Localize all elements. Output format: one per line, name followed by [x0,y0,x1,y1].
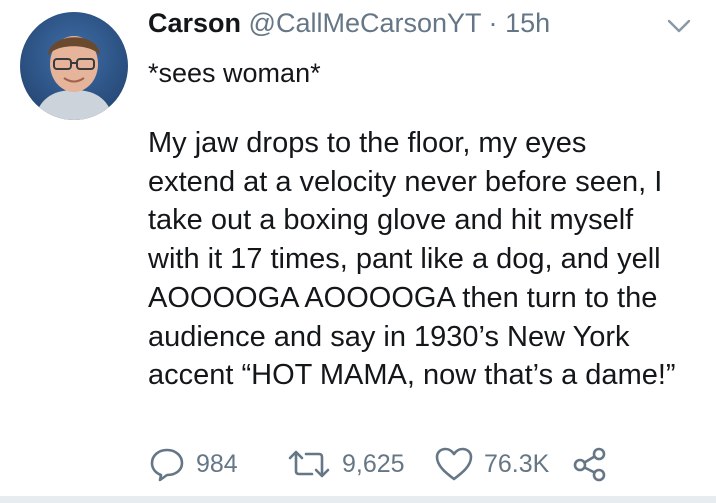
share-icon [572,445,608,483]
reply-count: 984 [196,450,238,478]
tweet-body-line: accent “HOT MAMA, now that’s a dame!” [148,359,676,392]
tweet-card[interactable]: Carson @CallMeCarsonYT · 15h *sees woman… [0,0,716,503]
avatar[interactable] [20,12,128,120]
tweet-body-line: take out a boxing glove and hit myself [148,204,634,237]
reply-button[interactable]: 984 [148,444,238,484]
tweet-body-line: with it 17 times, pant like a dog, and y… [148,243,661,276]
share-button[interactable] [572,444,608,484]
like-count: 76.3K [484,450,550,478]
like-button[interactable]: 76.3K [434,444,549,484]
tweet-body: My jaw drops to the floor, my eyes exten… [148,124,708,395]
tweet-body-line: audience and say in 1930’s New York [148,320,630,353]
separator-dot: · [488,8,498,38]
tweet-body-line: My jaw drops to the floor, my eyes [148,127,587,159]
author-name[interactable]: Carson [148,8,241,38]
retweet-icon [286,445,332,483]
tweet-action-line: *sees woman* [148,58,321,88]
tweet-body-line: extend at a velocity never before seen, … [148,165,663,198]
retweet-button[interactable]: 9,625 [286,444,405,484]
tweet-timestamp[interactable]: 15h [505,8,550,38]
chevron-down-icon[interactable] [664,14,694,38]
avatar-photo [20,12,128,120]
tweet-body-line: AOOOOGA AOOOOGA then turn to the [148,281,658,314]
tweet-header: Carson @CallMeCarsonYT · 15h [148,6,550,40]
retweet-count: 9,625 [342,450,405,478]
author-handle[interactable]: @CallMeCarsonYT [249,8,481,38]
reply-icon [148,445,186,483]
heart-icon [434,445,474,483]
divider [0,496,716,503]
